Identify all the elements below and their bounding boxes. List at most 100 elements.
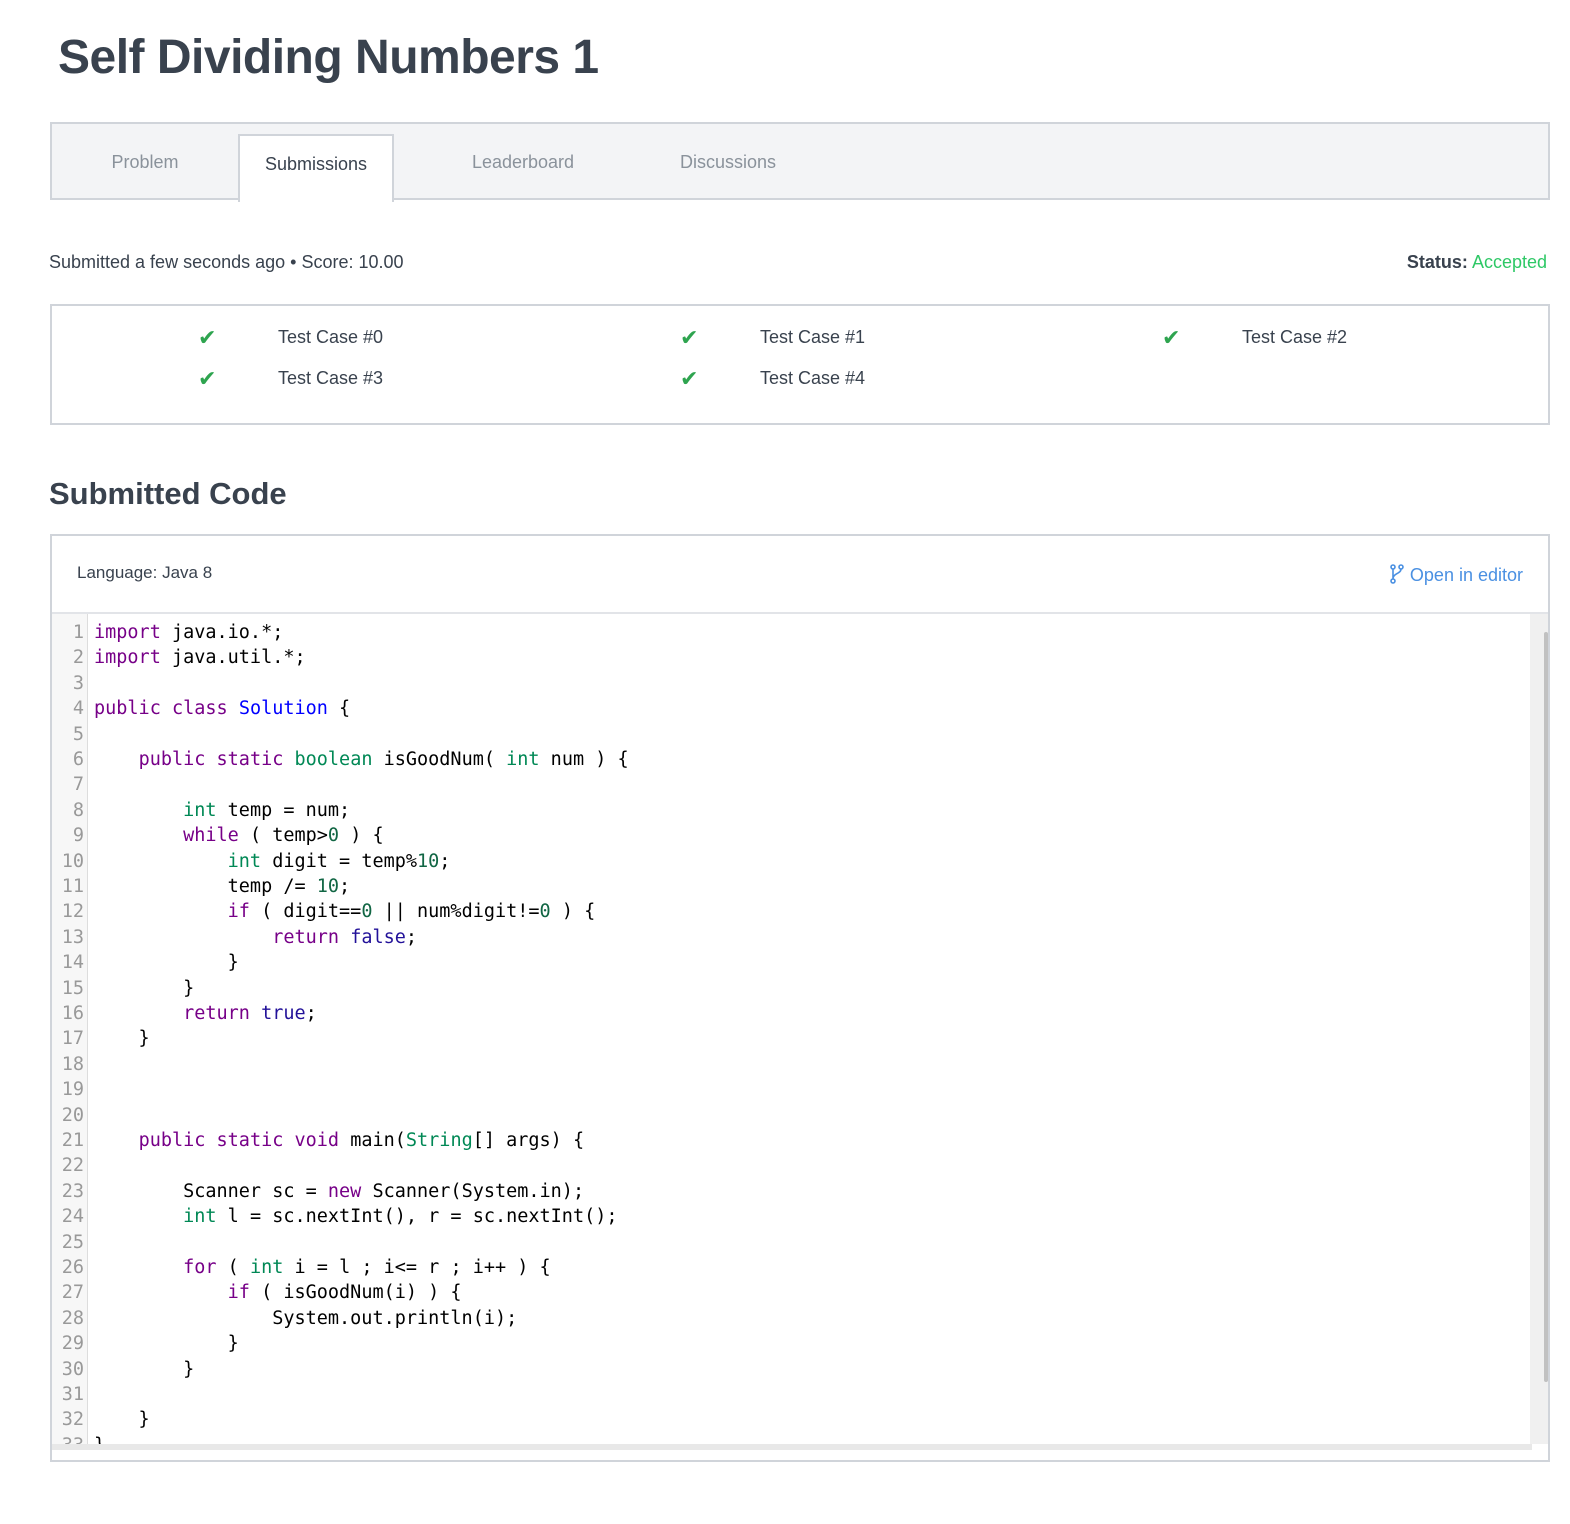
test-case[interactable]: ✔ Test Case #2 xyxy=(1162,325,1348,350)
code-line: 20 xyxy=(52,1103,1532,1128)
line-number: 10 xyxy=(61,850,84,872)
tab-submissions[interactable]: Submissions xyxy=(238,134,394,202)
check-icon: ✔ xyxy=(680,366,699,391)
code-line: 29 } xyxy=(52,1331,1532,1356)
open-in-editor-label: Open in editor xyxy=(1409,565,1523,585)
code-text: while ( temp>0 ) { xyxy=(183,825,384,847)
code-line: 1 import java.io.*; xyxy=(52,620,1532,645)
test-case-label: Test Case #3 xyxy=(278,368,384,388)
line-number: 14 xyxy=(61,952,84,974)
tab-discussions[interactable]: Discussions xyxy=(662,124,794,200)
code-line: 17 } xyxy=(52,1026,1532,1051)
page-title: Self Dividing Numbers 1 xyxy=(58,31,599,84)
line-number: 29 xyxy=(61,1333,84,1355)
test-case[interactable]: ✔ Test Case #3 xyxy=(198,366,384,391)
line-number: 6 xyxy=(72,749,84,770)
code-line: 18 xyxy=(52,1052,1532,1077)
code-line: 11 temp /= 10; xyxy=(52,874,1532,899)
test-case-label: Test Case #2 xyxy=(1242,327,1348,347)
line-number: 22 xyxy=(61,1155,84,1177)
code-line: 22 xyxy=(52,1153,1532,1178)
code-text: public static void main(String[] args) { xyxy=(138,1130,585,1151)
line-number: 18 xyxy=(61,1053,84,1075)
code-line: 12 if ( digit==0 || num%digit!=0 ) { xyxy=(52,899,1532,924)
code-line: 33} xyxy=(52,1433,1532,1444)
code-text: for ( int i = l ; i<= r ; i++ ) { xyxy=(183,1257,551,1278)
line-number: 1 xyxy=(72,622,84,643)
line-number: 7 xyxy=(72,774,84,796)
code-text: } xyxy=(94,977,195,999)
code-line: 28 System.out.println(i); xyxy=(52,1306,1532,1331)
submission-status: Status: Accepted xyxy=(1407,252,1547,273)
code-line: 23 Scanner sc = new Scanner(System.in); xyxy=(52,1179,1532,1204)
line-number: 3 xyxy=(72,672,84,694)
line-number: 24 xyxy=(61,1206,84,1228)
tab-leaderboard[interactable]: Leaderboard xyxy=(452,124,594,200)
test-case[interactable]: ✔ Test Case #1 xyxy=(680,325,866,350)
code-text: if ( digit==0 || num%digit!=0 ) { xyxy=(227,901,596,923)
code-line: 3 xyxy=(52,671,1532,696)
line-number: 26 xyxy=(61,1257,84,1278)
code-line: 2 import java.util.*; xyxy=(52,645,1532,670)
test-case-label: Test Case #4 xyxy=(760,368,866,388)
code-line: 32 } xyxy=(52,1407,1532,1432)
code-editor[interactable]: 1 import java.io.*; 2 import java.util.*; 3 4… xyxy=(52,614,1532,1444)
code-text: } xyxy=(94,1358,195,1380)
test-case-label: Test Case #1 xyxy=(760,327,866,347)
code-line: 5 xyxy=(52,722,1532,747)
code-line: 24 int l = sc.nextInt(), r = sc.nextInt(… xyxy=(52,1204,1532,1229)
code-line: 13 return false; xyxy=(52,925,1532,950)
code-line: 30 } xyxy=(52,1357,1532,1382)
scrollbar-thumb[interactable] xyxy=(1544,632,1548,1382)
test-case-list: ✔ Test Case #0 ✔ Test Case #1 ✔ Test Case #… xyxy=(50,304,1550,425)
code-text: System.out.println(i); xyxy=(94,1307,518,1329)
code-text: import java.util.*; xyxy=(94,647,306,669)
code-text: } xyxy=(94,1333,239,1355)
code-line: 6 public static boolean isGoodNum( int n… xyxy=(52,747,1532,772)
horizontal-scrollbar[interactable] xyxy=(52,1444,1532,1450)
line-number: 31 xyxy=(61,1384,84,1405)
code-line: 27 if ( isGoodNum(i) ) { xyxy=(52,1280,1532,1305)
code-text: public class Solution { xyxy=(94,698,351,720)
test-case[interactable]: ✔ Test Case #4 xyxy=(680,366,866,391)
code-text: } xyxy=(94,952,239,974)
code-line: 7 xyxy=(52,772,1532,797)
line-number: 11 xyxy=(61,876,84,897)
code-panel-header: Language: Java 8 Open in editor xyxy=(52,536,1548,614)
code-line: 31 xyxy=(52,1382,1532,1407)
line-number: 15 xyxy=(61,977,84,999)
line-number: 16 xyxy=(61,1003,84,1024)
line-number: 33 xyxy=(52,1433,84,1444)
line-number: 8 xyxy=(72,799,84,821)
code-text: return false; xyxy=(272,926,418,948)
line-number: 2 xyxy=(72,647,84,669)
test-case-label: Test Case #0 xyxy=(278,327,384,347)
submitted-code-heading: Submitted Code xyxy=(49,476,287,511)
code-text: if ( isGoodNum(i) ) { xyxy=(227,1282,462,1304)
line-number: 21 xyxy=(61,1130,84,1151)
code-text: int digit = temp%10; xyxy=(227,850,451,872)
check-icon: ✔ xyxy=(1162,325,1181,350)
line-number: 19 xyxy=(61,1079,84,1101)
line-number: 17 xyxy=(61,1028,84,1050)
tab-problem[interactable]: Problem xyxy=(52,124,238,200)
code-text: return true; xyxy=(183,1003,317,1024)
test-case[interactable]: ✔ Test Case #0 xyxy=(198,325,384,350)
open-in-editor-link[interactable]: Open in editor xyxy=(1390,564,1523,586)
line-number: 13 xyxy=(61,926,84,948)
line-number: 5 xyxy=(72,723,84,745)
code-line: 15 } xyxy=(52,976,1532,1001)
code-text: } xyxy=(94,1433,105,1444)
code-text: Scanner sc = new Scanner(System.in); xyxy=(94,1180,585,1202)
line-number: 4 xyxy=(72,698,84,720)
check-icon: ✔ xyxy=(198,325,217,350)
code-line: 4 public class Solution { xyxy=(52,696,1532,721)
code-text: } xyxy=(94,1409,150,1431)
code-line: 16 return true; xyxy=(52,1001,1532,1026)
line-number: 32 xyxy=(61,1409,84,1431)
vertical-scrollbar[interactable] xyxy=(1530,614,1548,1444)
branch-icon xyxy=(1390,564,1404,584)
code-line: 9 while ( temp>0 ) { xyxy=(52,823,1532,848)
submission-meta: Submitted a few seconds ago • Score: 10.… xyxy=(49,252,404,272)
code-line: 25 xyxy=(52,1230,1532,1255)
